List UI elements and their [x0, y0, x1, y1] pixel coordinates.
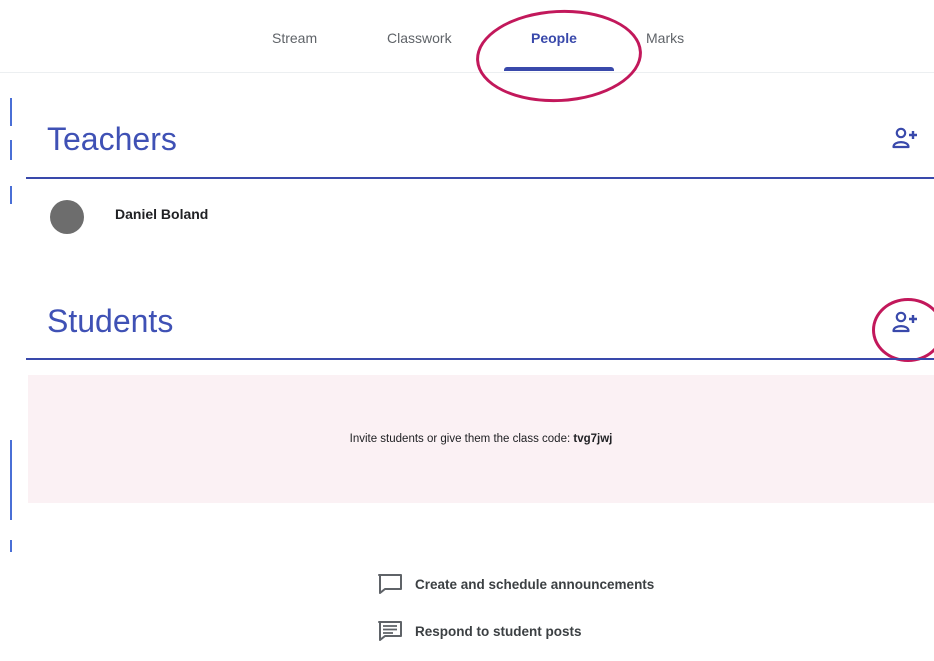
tab-people[interactable]: People [531, 30, 577, 46]
tab-stream[interactable]: Stream [272, 30, 317, 46]
edge-mark [10, 140, 12, 160]
active-tab-indicator [504, 67, 614, 71]
edge-mark [10, 98, 12, 126]
teacher-name: Daniel Boland [115, 206, 209, 222]
chat-bubble-icon [378, 574, 402, 594]
invite-message: Invite students or give them the class c… [28, 433, 934, 445]
invite-banner: Invite students or give them the class c… [28, 375, 934, 503]
feature-announcements: Create and schedule announcements [377, 573, 654, 595]
edge-mark [10, 540, 12, 552]
avatar [50, 200, 84, 234]
comment-lines-icon [378, 621, 402, 641]
tab-marks[interactable]: Marks [646, 30, 684, 46]
class-code[interactable]: tvg7jwj [573, 433, 612, 445]
feature-label: Respond to student posts [415, 623, 582, 639]
tab-classwork[interactable]: Classwork [387, 30, 452, 46]
add-teacher-button[interactable] [889, 124, 921, 152]
edge-mark [10, 186, 12, 204]
students-heading: Students [47, 303, 174, 339]
add-person-icon [892, 311, 917, 333]
top-nav: Stream Classwork People Marks [0, 0, 934, 107]
highlight-circle [473, 5, 645, 107]
teachers-divider [26, 177, 934, 179]
edge-mark [10, 440, 12, 520]
people-page: Stream Classwork People Marks Teachers D… [0, 0, 934, 661]
add-person-icon [892, 127, 917, 149]
students-divider [26, 358, 934, 360]
feature-label: Create and schedule announcements [415, 576, 655, 592]
teachers-heading: Teachers [47, 121, 177, 157]
invite-label: Invite students or give them the class c… [349, 433, 571, 445]
add-student-button[interactable] [889, 308, 921, 336]
feature-respond: Respond to student posts [377, 620, 582, 642]
